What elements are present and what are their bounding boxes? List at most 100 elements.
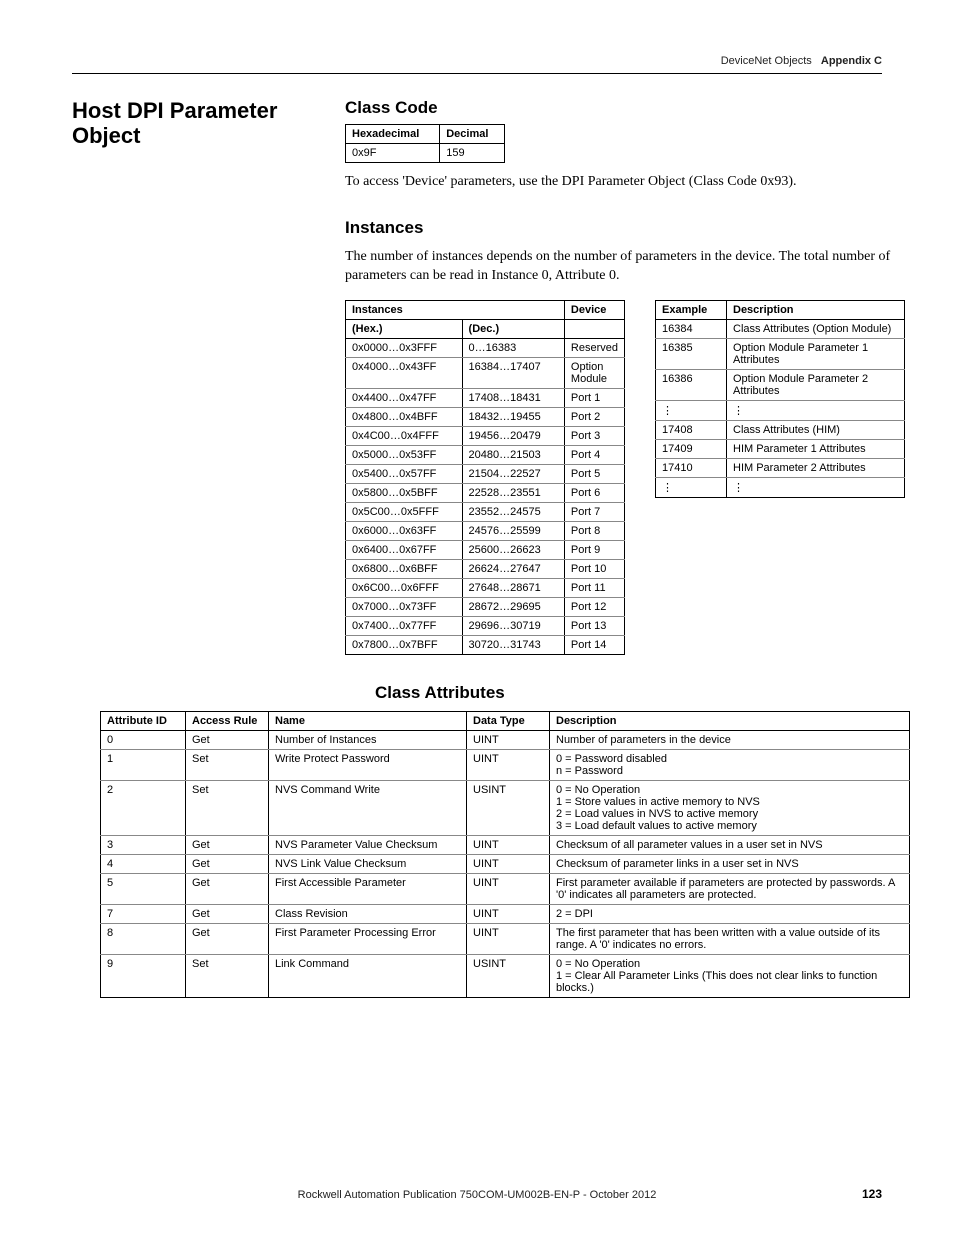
table-row: 17408Class Attributes (HIM) <box>656 420 905 439</box>
table-row: 0x6400…0x67FF25600…26623Port 9 <box>346 540 625 559</box>
instances-paragraph: The number of instances depends on the n… <box>345 248 910 286</box>
table-row: 0x6800…0x6BFF26624…27647Port 10 <box>346 559 625 578</box>
table-row: 0x5800…0x5BFF22528…23551Port 6 <box>346 483 625 502</box>
cell: 0x5400…0x57FF <box>346 464 463 483</box>
table-row: 8GetFirst Parameter Processing ErrorUINT… <box>101 923 910 954</box>
cell: Reserved <box>564 338 624 357</box>
table-row: 17410HIM Parameter 2 Attributes <box>656 458 905 477</box>
table-row: 0x0000…0x3FFF0…16383Reserved <box>346 338 625 357</box>
cell: USINT <box>467 780 550 835</box>
cell: 0x5000…0x53FF <box>346 445 463 464</box>
cell: 0x7000…0x73FF <box>346 597 463 616</box>
table-row: 4GetNVS Link Value ChecksumUINTChecksum … <box>101 854 910 873</box>
class-code-table: Hexadecimal Decimal 0x9F 159 <box>345 124 505 163</box>
cell: Port 6 <box>564 483 624 502</box>
table-row: 0x4C00…0x4FFF19456…20479Port 3 <box>346 426 625 445</box>
cell: Number of Instances <box>269 730 467 749</box>
th-data-type: Data Type <box>467 711 550 730</box>
cell: 19456…20479 <box>462 426 564 445</box>
cell: ⋮ <box>727 400 905 420</box>
table-row: 0x7400…0x77FF29696…30719Port 13 <box>346 616 625 635</box>
cell: 4 <box>101 854 186 873</box>
th-attr-id: Attribute ID <box>101 711 186 730</box>
cell: Port 12 <box>564 597 624 616</box>
chapter-title: DeviceNet Objects <box>721 55 812 67</box>
cell: 0 = No Operation 1 = Clear All Parameter… <box>550 954 910 997</box>
cell: 0x6800…0x6BFF <box>346 559 463 578</box>
example-table: Example Description 16384Class Attribute… <box>655 300 905 498</box>
table-row: 0x4400…0x47FF17408…18431Port 1 <box>346 388 625 407</box>
table-row: 0x5400…0x57FF21504…22527Port 5 <box>346 464 625 483</box>
classcode-dec: 159 <box>440 144 505 163</box>
cell: 0x6C00…0x6FFF <box>346 578 463 597</box>
cell: 21504…22527 <box>462 464 564 483</box>
table-row: 2SetNVS Command WriteUSINT0 = No Operati… <box>101 780 910 835</box>
cell: Checksum of parameter links in a user se… <box>550 854 910 873</box>
cell: 2 = DPI <box>550 904 910 923</box>
cell: Class Attributes (Option Module) <box>727 319 905 338</box>
cell: Set <box>186 749 269 780</box>
cell: 0x7800…0x7BFF <box>346 635 463 654</box>
cell: 22528…23551 <box>462 483 564 502</box>
cell: 0x5800…0x5BFF <box>346 483 463 502</box>
cell: 17410 <box>656 458 727 477</box>
table-row: ⋮⋮ <box>656 400 905 420</box>
cell: Port 9 <box>564 540 624 559</box>
cell: The first parameter that has been writte… <box>550 923 910 954</box>
cell: 0 <box>101 730 186 749</box>
cell: UINT <box>467 854 550 873</box>
th-access-rule: Access Rule <box>186 711 269 730</box>
table-row: 3GetNVS Parameter Value ChecksumUINTChec… <box>101 835 910 854</box>
cell: ⋮ <box>656 477 727 497</box>
cell: 0 = No Operation 1 = Store values in act… <box>550 780 910 835</box>
class-attributes-table: Attribute ID Access Rule Name Data Type … <box>100 711 910 998</box>
cell: NVS Parameter Value Checksum <box>269 835 467 854</box>
cell: 2 <box>101 780 186 835</box>
cell: Port 4 <box>564 445 624 464</box>
cell: Get <box>186 854 269 873</box>
cell: ⋮ <box>727 477 905 497</box>
table-row: 17409HIM Parameter 1 Attributes <box>656 439 905 458</box>
cell: 16386 <box>656 369 727 400</box>
th-desc: Description <box>550 711 910 730</box>
section-title: Host DPI Parameter Object <box>72 98 317 149</box>
cell: Port 5 <box>564 464 624 483</box>
cell: Port 8 <box>564 521 624 540</box>
cell: 27648…28671 <box>462 578 564 597</box>
cell: Port 10 <box>564 559 624 578</box>
cell: UINT <box>467 904 550 923</box>
cell: Port 2 <box>564 407 624 426</box>
cell: 8 <box>101 923 186 954</box>
table-row: 1SetWrite Protect PasswordUINT0 = Passwo… <box>101 749 910 780</box>
cell: 17409 <box>656 439 727 458</box>
cell: Option Module <box>564 357 624 388</box>
cell: NVS Link Value Checksum <box>269 854 467 873</box>
cell: UINT <box>467 730 550 749</box>
cell: Get <box>186 923 269 954</box>
table-row: 16386Option Module Parameter 2 Attribute… <box>656 369 905 400</box>
table-row: 0x5C00…0x5FFF23552…24575Port 7 <box>346 502 625 521</box>
table-row: 5GetFirst Accessible ParameterUINTFirst … <box>101 873 910 904</box>
cell: 1 <box>101 749 186 780</box>
cell: 0x6400…0x67FF <box>346 540 463 559</box>
page-number: 123 <box>862 1187 882 1201</box>
cell: 0 = Password disabled n = Password <box>550 749 910 780</box>
class-attrs-heading: Class Attributes <box>375 683 910 703</box>
cell: Number of parameters in the device <box>550 730 910 749</box>
th-description: Description <box>727 300 905 319</box>
cell: Checksum of all parameter values in a us… <box>550 835 910 854</box>
cell: UINT <box>467 749 550 780</box>
cell: 0x4800…0x4BFF <box>346 407 463 426</box>
cell: 0…16383 <box>462 338 564 357</box>
cell: 0x0000…0x3FFF <box>346 338 463 357</box>
cell: ⋮ <box>656 400 727 420</box>
table-row: 0x7800…0x7BFF30720…31743Port 14 <box>346 635 625 654</box>
instances-heading: Instances <box>345 218 910 238</box>
cell: First Parameter Processing Error <box>269 923 467 954</box>
table-row: 0x7000…0x73FF28672…29695Port 12 <box>346 597 625 616</box>
cell: 16385 <box>656 338 727 369</box>
cell: 23552…24575 <box>462 502 564 521</box>
cell: Port 7 <box>564 502 624 521</box>
cell: Port 13 <box>564 616 624 635</box>
cell: Get <box>186 873 269 904</box>
